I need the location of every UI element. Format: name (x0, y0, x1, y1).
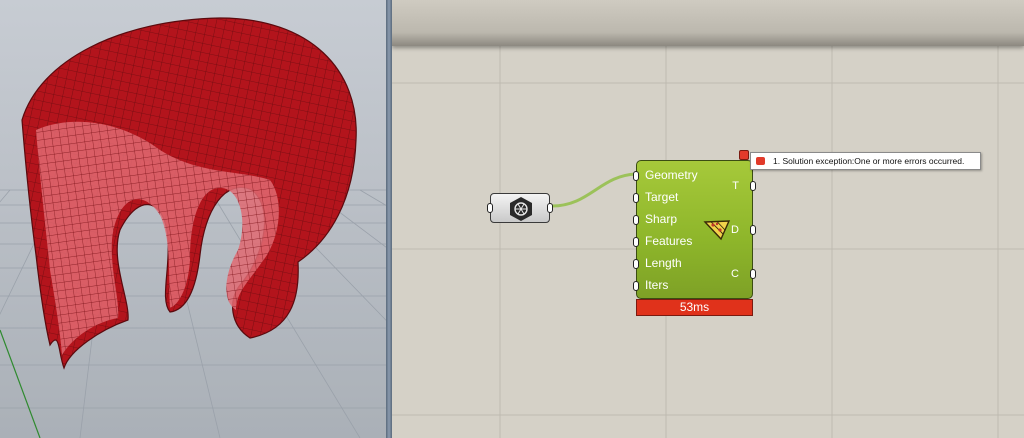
output-grip-d[interactable] (750, 225, 756, 235)
input-label-target: Target (645, 190, 679, 204)
input-grip-iters[interactable] (633, 281, 639, 291)
connection-wire (551, 172, 638, 208)
input-label-length: Length (645, 256, 682, 270)
error-icon (756, 157, 765, 165)
input-grip-target[interactable] (633, 193, 639, 203)
output-grip-c[interactable] (750, 269, 756, 279)
error-message: 1. Solution exception:One or more errors… (773, 156, 965, 166)
remesh-component[interactable]: Geometry Target Sharp Features Length It… (633, 160, 756, 299)
input-grip-features[interactable] (633, 237, 639, 247)
param-input-grip[interactable] (487, 203, 493, 213)
input-grip-sharp[interactable] (633, 215, 639, 225)
error-flag-icon[interactable] (739, 150, 749, 160)
input-label-geometry: Geometry (645, 168, 698, 182)
input-label-features: Features (645, 234, 693, 248)
output-label-t: T (732, 180, 739, 192)
input-label-sharp: Sharp (645, 212, 678, 226)
geometry-param-node[interactable] (487, 193, 553, 223)
error-tooltip: 1. Solution exception:One or more errors… (750, 152, 981, 170)
output-label-c: C (731, 268, 739, 280)
output-label-d: D (731, 224, 739, 236)
param-output-grip[interactable] (547, 203, 553, 213)
geometry-param-icon (508, 196, 534, 222)
remesh-triangle-icon (703, 217, 731, 241)
input-grip-geometry[interactable] (633, 171, 639, 181)
input-grip-length[interactable] (633, 259, 639, 269)
timing-bar: 53ms (636, 299, 753, 316)
input-label-iters: Iters (645, 278, 669, 292)
output-grip-t[interactable] (750, 181, 756, 191)
